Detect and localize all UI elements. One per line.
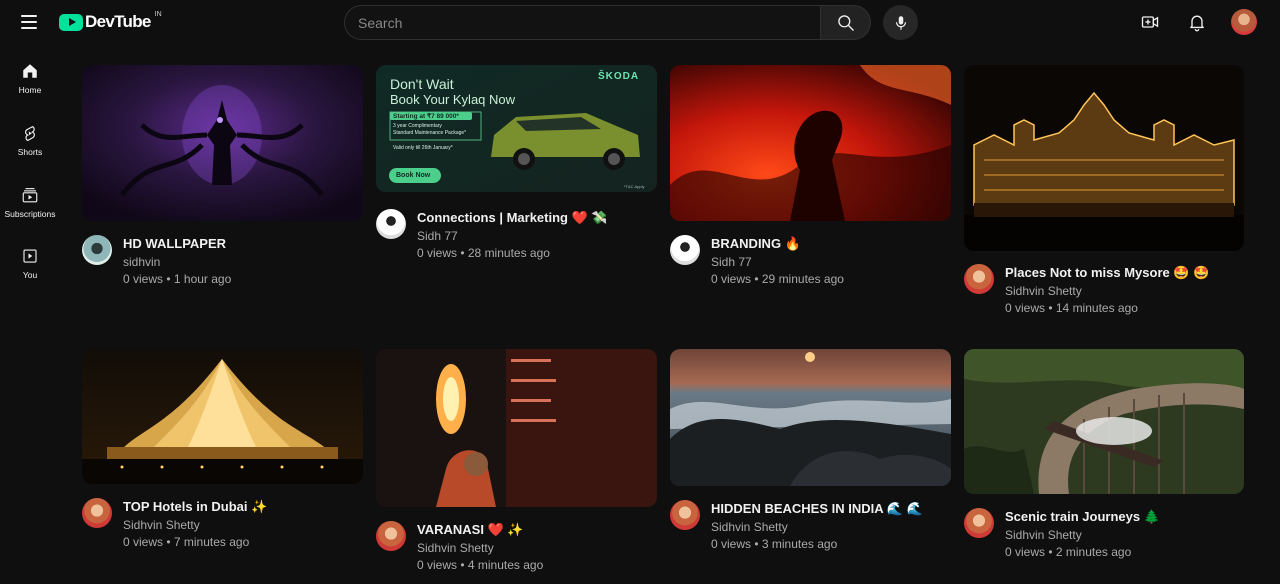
- thumbnail-image: [376, 349, 657, 507]
- bell-icon: [1190, 15, 1204, 32]
- ad-terms: *T&C Apply: [624, 184, 645, 189]
- video-thumbnail[interactable]: [82, 349, 363, 484]
- video-title[interactable]: TOP Hotels in Dubai ✨: [123, 499, 267, 515]
- shorts-icon: [25, 125, 35, 142]
- channel-name[interactable]: Sidhvin Shetty: [417, 541, 494, 555]
- ad-thumbnail[interactable]: Don't Wait Book Your Kylaq Now ŠKODA Sta…: [376, 65, 657, 192]
- create-video-icon: [1141, 16, 1159, 28]
- thumbnail-image: [82, 349, 363, 484]
- video-stats: 0 views • 3 minutes ago: [711, 537, 838, 551]
- channel-name[interactable]: Sidhvin Shetty: [1005, 528, 1082, 542]
- ad-headline: Book Your Kylaq Now: [390, 92, 516, 107]
- channel-name[interactable]: Sidhvin Shetty: [1005, 284, 1082, 298]
- video-title[interactable]: HD WALLPAPER: [123, 236, 226, 251]
- video-stats: 0 views • 28 minutes ago: [417, 246, 550, 260]
- you-icon: [23, 249, 37, 263]
- channel-avatar[interactable]: [82, 498, 112, 528]
- mic-icon: [895, 15, 906, 30]
- sidebar-item-shorts[interactable]: Shorts: [0, 124, 60, 174]
- ad-price: Starting at ₹7 89 000*: [393, 113, 459, 120]
- ad-offer: Standard Maintenance Package*: [393, 130, 467, 136]
- channel-avatar[interactable]: [670, 500, 700, 530]
- video-title[interactable]: Scenic train Journeys 🌲: [1005, 509, 1160, 525]
- channel-avatar[interactable]: [964, 264, 994, 294]
- channel-avatar[interactable]: [82, 235, 112, 265]
- sidebar-item-label: You: [22, 270, 38, 280]
- logo[interactable]: DevTube IN: [59, 10, 162, 32]
- subscriptions-icon: [22, 188, 38, 203]
- search-input[interactable]: [344, 5, 820, 40]
- video-title[interactable]: Connections | Marketing ❤️ 💸: [417, 210, 608, 226]
- channel-name[interactable]: sidhvin: [123, 255, 160, 269]
- thumbnail-image: [964, 349, 1244, 494]
- ad-brand: ŠKODA: [598, 71, 640, 82]
- top-bar: DevTube IN: [0, 0, 1280, 44]
- create-button[interactable]: [1138, 10, 1162, 34]
- search-bar: [344, 5, 871, 40]
- home-icon: [23, 64, 37, 78]
- video-thumbnail[interactable]: [964, 65, 1244, 251]
- video-stats: 0 views • 4 minutes ago: [417, 558, 544, 572]
- channel-avatar[interactable]: [670, 235, 700, 265]
- channel-name[interactable]: Sidh 77: [417, 229, 458, 243]
- search-button[interactable]: [820, 5, 871, 40]
- video-title[interactable]: HIDDEN BEACHES IN INDIA 🌊 🌊: [711, 501, 923, 517]
- notifications-button[interactable]: [1185, 10, 1209, 34]
- video-stats: 0 views • 2 minutes ago: [1005, 545, 1132, 559]
- channel-avatar[interactable]: [964, 508, 994, 538]
- ad-headline: Don't Wait: [390, 76, 454, 92]
- sidebar-item-subscriptions[interactable]: Subscriptions: [0, 186, 60, 236]
- ad-offer: 3 year Complimentary: [393, 123, 442, 129]
- video-title[interactable]: BRANDING 🔥: [711, 236, 801, 252]
- menu-line: [21, 21, 37, 23]
- menu-button[interactable]: [17, 11, 41, 33]
- thumbnail-image: [670, 349, 951, 486]
- thumbnail-image: [964, 65, 1244, 251]
- video-thumbnail[interactable]: [670, 349, 951, 486]
- channel-avatar[interactable]: [376, 521, 406, 551]
- video-stats: 0 views • 1 hour ago: [123, 272, 232, 286]
- video-stats: 0 views • 29 minutes ago: [711, 272, 844, 286]
- logo-text: DevTube: [85, 12, 151, 31]
- region-code: IN: [154, 10, 162, 18]
- video-thumbnail[interactable]: [376, 349, 657, 507]
- play-logo-icon: [59, 13, 83, 31]
- thumbnail-image: [670, 65, 951, 221]
- channel-name[interactable]: Sidhvin Shetty: [711, 520, 788, 534]
- sidebar-item-label: Shorts: [17, 147, 43, 157]
- video-title[interactable]: VARANASI ❤️ ✨: [417, 522, 524, 538]
- sidebar-item-home[interactable]: Home: [0, 62, 60, 112]
- ad-validity: Valid only till 26th January*: [393, 145, 453, 151]
- channel-name[interactable]: Sidhvin Shetty: [123, 518, 200, 532]
- ad-cta-button[interactable]: Book Now: [396, 172, 430, 179]
- video-thumbnail[interactable]: [964, 349, 1244, 494]
- account-avatar[interactable]: [1231, 9, 1257, 35]
- video-stats: 0 views • 7 minutes ago: [123, 535, 250, 549]
- voice-search-button[interactable]: [883, 5, 918, 40]
- sidebar-item-label: Subscriptions: [4, 209, 56, 219]
- video-title[interactable]: Places Not to miss Mysore 🤩 🤩: [1005, 265, 1209, 281]
- menu-line: [21, 15, 37, 17]
- video-stats: 0 views • 14 minutes ago: [1005, 301, 1138, 315]
- sidebar-item-label: Home: [18, 85, 42, 95]
- thumbnail-image: [82, 65, 363, 221]
- menu-line: [21, 27, 37, 29]
- search-icon: [837, 14, 854, 31]
- channel-name[interactable]: Sidh 77: [711, 255, 752, 269]
- video-thumbnail[interactable]: [670, 65, 951, 221]
- channel-avatar[interactable]: [376, 209, 406, 239]
- video-thumbnail[interactable]: [82, 65, 363, 221]
- sidebar-item-you[interactable]: You: [0, 247, 60, 297]
